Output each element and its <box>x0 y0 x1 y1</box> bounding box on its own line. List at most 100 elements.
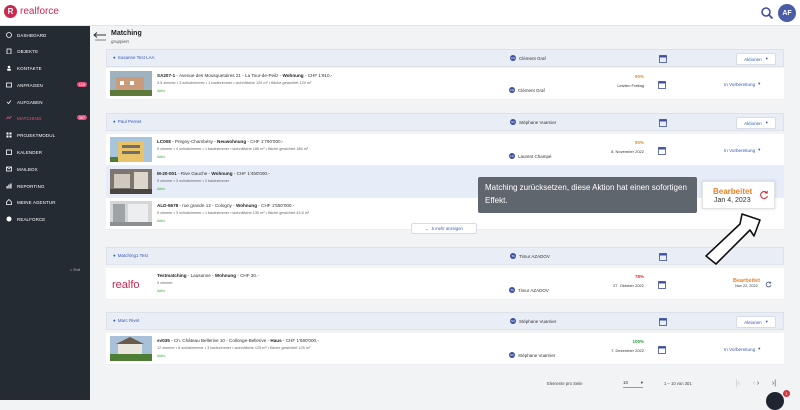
exit-link[interactable]: < Exit <box>70 267 80 272</box>
refresh-icon[interactable] <box>765 281 772 288</box>
group-header: ● Susanne Test LAA CG Clément Graf Aktione… <box>106 49 784 67</box>
sidebar-item-meine-agentur[interactable]: MEINE AGENTUR <box>0 197 90 207</box>
sidebar-item-label: DASHBOARD <box>17 32 47 38</box>
sidebar-item-objekte[interactable]: OBJEKTE <box>0 46 90 56</box>
group-client-name[interactable]: ● Paul Pernet <box>113 119 141 124</box>
calendar-icon[interactable] <box>659 118 667 127</box>
actions-button[interactable]: Aktionen ▾ <box>736 316 776 328</box>
sidebar-item-mailbox[interactable]: MAILBOX <box>0 164 90 174</box>
last-page-icon[interactable]: ›| <box>770 379 778 388</box>
property-details: 12 zimmer • 8 schlafzimmer • 3 badezimme… <box>157 346 311 350</box>
table-row[interactable]: LC008 - Pregny-Chambésy - Neuwohnung - C… <box>106 134 784 166</box>
calendar-icon[interactable] <box>658 345 666 354</box>
group-client-name[interactable]: ● Marc Rivet <box>113 318 139 323</box>
property-title[interactable]: sv035 - Ch. Château Bellerive 10 - Collo… <box>157 338 319 343</box>
calendar-icon[interactable] <box>658 280 666 289</box>
status-badge: Aktiv <box>157 89 166 93</box>
sidebar-item-label: MEINE AGENTUR <box>17 199 56 205</box>
first-page-icon[interactable]: |‹ <box>734 379 742 388</box>
agent-tag: CG <box>510 55 516 61</box>
chevron-down-icon: ▾ <box>765 120 768 125</box>
status-badge: Aktiv <box>157 354 166 358</box>
table-row[interactable]: realfo Testmatching - Lausanne - Wohnung… <box>106 268 784 300</box>
back-arrow-icon[interactable] <box>93 32 107 42</box>
group-agent: TA Timur AZADOV <box>510 253 550 259</box>
page-range: 1 – 10 von 301 <box>664 381 692 386</box>
sidebar-item-realforce[interactable]: REALFORCE <box>0 214 90 224</box>
next-page-icon[interactable]: › <box>754 379 762 388</box>
property-details: 5 zimmer <box>157 281 173 285</box>
group-client-name[interactable]: ● Susanne Test LAA <box>113 55 155 60</box>
group-header: ● Paul Pernet SV Stéphane Vuarnier Aktione… <box>106 113 784 131</box>
sidebar-item-reporting[interactable]: REPORTING <box>0 181 90 191</box>
sidebar-item-label: AUFGABEN <box>17 99 43 105</box>
calendar-icon[interactable] <box>658 146 666 155</box>
table-row[interactable]: sv035 - Ch. Château Bellerive 10 - Collo… <box>106 333 784 365</box>
sidebar-item-projektmodul[interactable]: PROJEKTMODUL <box>0 130 90 140</box>
property-title[interactable]: ALD-5678 - rue grande 12 - Cologny - Woh… <box>157 203 294 208</box>
tasks-icon <box>6 99 12 105</box>
agent-tag: SV <box>510 119 516 125</box>
calendar-icon <box>6 149 12 155</box>
actions-button[interactable]: Aktionen ▾ <box>736 117 776 129</box>
stage-dropdown[interactable]: In Vorbereitung ▾ <box>724 81 760 87</box>
stage-dropdown[interactable]: In Vorbereitung ▾ <box>724 147 760 153</box>
property-title[interactable]: SA207-1 - Avenue des Mousquetaires 21 - … <box>157 73 332 78</box>
sidebar-item-aufgaben[interactable]: AUFGABEN <box>0 97 90 107</box>
group-header: ● Marc Rivet SV Stéphane Vuarnier Aktionen… <box>106 312 784 330</box>
refresh-icon[interactable] <box>759 190 769 200</box>
property-title[interactable]: M-20-001 - Rive Gauche - Wohnung - CHF 1… <box>157 171 270 176</box>
mail-icon <box>6 166 12 172</box>
count-badge: 367 <box>76 115 87 120</box>
status-badge: Aktiv <box>157 289 166 293</box>
dashboard-icon <box>6 32 12 38</box>
property-title[interactable]: LC008 - Pregny-Chambésy - Neuwohnung - C… <box>157 139 283 144</box>
calendar-icon[interactable] <box>659 317 667 326</box>
chevron-down-icon: ▾ <box>765 56 768 61</box>
property-image <box>110 137 152 162</box>
property-title[interactable]: Testmatching - Lausanne - Wohnung - CHF … <box>157 273 259 278</box>
calendar-icon[interactable] <box>659 54 667 63</box>
per-page-select[interactable]: 10 ▾ <box>623 380 643 388</box>
status-date: Nov 22, 2022 <box>735 284 758 288</box>
logo-text: realforce <box>20 6 59 17</box>
sidebar-item-label: KALENDER <box>17 149 43 155</box>
help-chat-button[interactable] <box>766 392 784 410</box>
count-badge: 129 <box>76 82 87 87</box>
status-badge: Aktiv <box>157 219 166 223</box>
table-row[interactable]: SA207-1 - Avenue des Mousquetaires 21 - … <box>106 68 784 100</box>
logo[interactable]: R realforce <box>4 5 59 18</box>
chevron-down-icon: ▾ <box>640 380 643 385</box>
sidebar-item-dashboard[interactable]: DASHBOARD <box>0 30 90 40</box>
property-details: 5 zimmer • 3 schlafzimmer • 1 badezimmer… <box>157 211 310 215</box>
chevron-down-icon: ▾ <box>758 147 761 152</box>
calendar-icon[interactable] <box>658 80 666 89</box>
property-image: realfo <box>110 271 152 296</box>
avatar[interactable]: AF <box>778 4 796 22</box>
stage-dropdown[interactable]: In Vorbereitung ▾ <box>724 346 760 352</box>
search-icon[interactable] <box>760 6 774 20</box>
chevron-down-icon: ▾ <box>765 319 768 324</box>
match-date: 7. Dezember 2022 <box>611 348 644 353</box>
agent-tag: SV <box>509 352 515 358</box>
sidebar-item-kalender[interactable]: KALENDER <box>0 147 90 157</box>
sidebar-item-label: KONTAKTE <box>17 65 42 71</box>
sidebar-item-anfragen[interactable]: ANFRAGEN 129 <box>0 80 90 90</box>
agent-tag: TA <box>510 253 516 259</box>
chart-icon <box>6 183 12 189</box>
property-image <box>110 71 152 96</box>
sidebar-item-label: MAILBOX <box>17 166 38 172</box>
status-badge: Aktiv <box>157 187 166 191</box>
sidebar-item-kontakte[interactable]: KONTAKTE <box>0 63 90 73</box>
group-header: ● Matching1 Test TA Timur AZADOV <box>106 247 784 265</box>
show-more-button[interactable]: ⌄ 5 mehr anzeigen <box>411 223 477 234</box>
building-icon <box>6 48 12 54</box>
page-subtitle: gruppiert <box>111 39 129 44</box>
calendar-icon[interactable] <box>659 252 667 261</box>
realforce-logo-icon: R <box>4 5 17 18</box>
agency-icon <box>6 199 12 205</box>
actions-button[interactable]: Aktionen ▾ <box>736 53 776 65</box>
sidebar-item-matching[interactable]: MATCHING 367 <box>0 113 90 123</box>
group-client-name[interactable]: ● Matching1 Test <box>113 253 148 258</box>
property-details: 3.5 zimmer • 3 schlafzimmer • 1 badezimm… <box>157 81 312 85</box>
